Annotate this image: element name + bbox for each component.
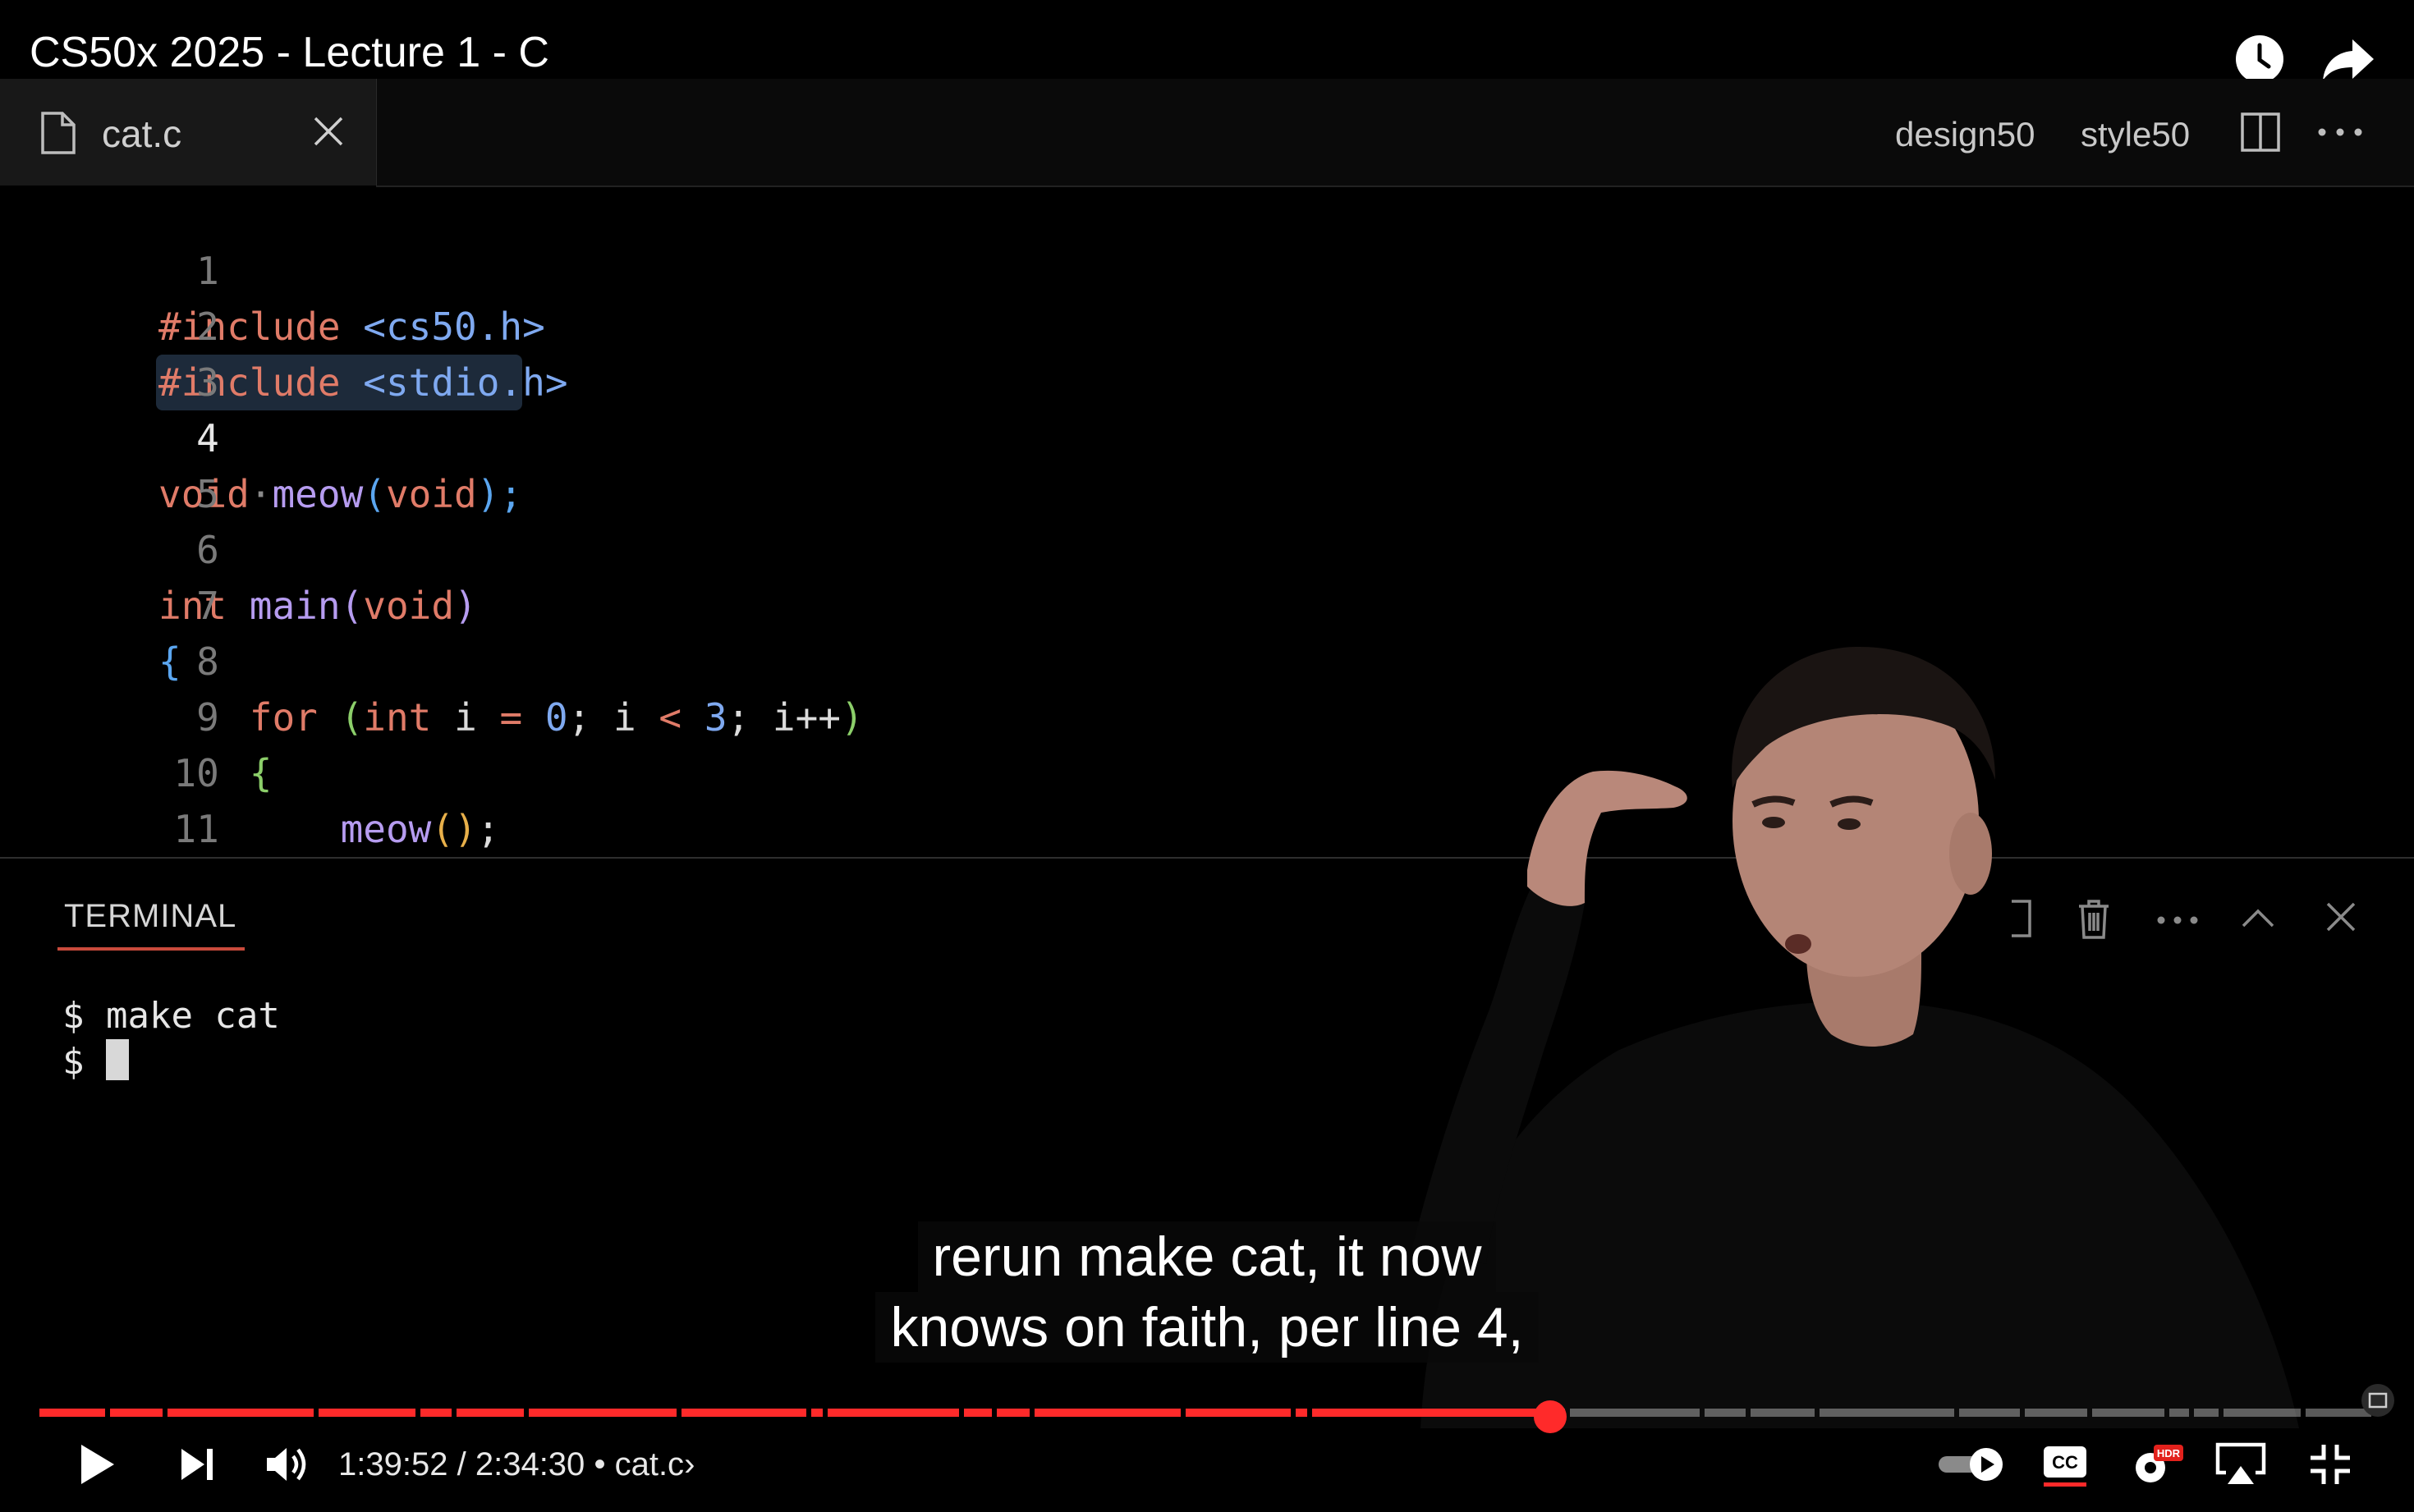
progress-segment[interactable] [457,1409,524,1417]
line-number: 5 [196,472,219,516]
chapter-separator: • [594,1446,606,1482]
line-number: 2 [196,305,219,349]
progress-segment[interactable] [1820,1409,1954,1417]
code-line-6: 6 int main(void) [0,466,477,628]
progress-segment[interactable] [529,1409,677,1417]
video-title[interactable]: CS50x 2025 - Lecture 1 - C [30,28,549,77]
progress-bar[interactable] [39,1409,2376,1417]
chapter-title[interactable]: cat.c [615,1446,684,1482]
line-number: 7 [196,584,219,628]
line-number-active: 4 [196,416,219,460]
progress-segment[interactable] [1705,1409,1746,1417]
progress-segment[interactable] [1312,1409,1565,1417]
settings-hdr-icon[interactable]: HDR [2128,1438,2186,1491]
file-icon [39,110,77,160]
tab-terminal[interactable]: TERMINAL [64,898,236,935]
autoplay-toggle[interactable] [1934,1438,2008,1491]
time-current: 1:39:52 [338,1446,448,1482]
progress-segment[interactable] [168,1409,314,1417]
progress-segment[interactable] [1296,1409,1307,1417]
terminal-cursor [105,1039,129,1080]
code-line-4: 4 void·meow(void); [0,355,522,516]
progress-segment[interactable] [39,1409,105,1417]
tab-active-indicator [57,947,245,951]
split-editor-icon[interactable] [2240,112,2281,157]
progress-segment[interactable] [1751,1409,1815,1417]
code-line-3: 3 [0,299,219,405]
time-total: 2:34:30 [475,1446,585,1482]
time-separator: / [457,1446,466,1482]
progress-segment[interactable] [319,1409,415,1417]
progress-segment[interactable] [420,1409,452,1417]
caption-line-2: knows on faith, per line 4, [0,1292,2414,1363]
code-line-8: 8 for (int i = 0; i < 3; i++) [0,578,864,740]
caption-line-1: rerun make cat, it now [0,1221,2414,1292]
time-display: 1:39:52 / 2:34:30 • cat.c› [338,1446,695,1483]
progress-segment[interactable] [2092,1409,2164,1417]
terminal-prompt-line[interactable]: $ [62,1039,129,1083]
progress-segment[interactable] [997,1409,1030,1417]
progress-segment[interactable] [2169,1409,2189,1417]
progress-segment[interactable] [2194,1409,2219,1417]
progress-segment[interactable] [828,1409,959,1417]
line-number: 3 [196,360,219,405]
line-number: 8 [196,639,219,684]
code-line-9: 9 { [0,634,272,795]
progress-segment[interactable] [2224,1409,2301,1417]
line-number: 1 [196,249,219,293]
svg-text:CC: CC [2052,1452,2078,1473]
progress-scrubber[interactable] [1534,1400,1567,1433]
code-line-11: 11 } [0,745,218,851]
tab-cat-c[interactable]: cat.c [0,79,377,186]
terminal-prompt: $ [62,1041,106,1083]
style50-button[interactable]: style50 [2081,115,2190,154]
svg-text:HDR: HDR [2157,1447,2181,1459]
progress-segment[interactable] [964,1409,992,1417]
code-line-2: 2 #include <stdio.h> [0,243,568,405]
code-line-12: 12 } [0,801,91,857]
terminal-output-line: $ make cat [62,995,280,1037]
exit-fullscreen-icon[interactable] [2304,1438,2357,1491]
airplay-icon[interactable] [2212,1438,2269,1491]
progress-segment[interactable] [1035,1409,1181,1417]
line-number: 9 [196,695,219,740]
progress-segment[interactable] [110,1409,163,1417]
design50-button[interactable]: design50 [1895,115,2035,154]
progress-segment[interactable] [1959,1409,2020,1417]
chevron-right-icon[interactable]: › [684,1446,695,1482]
cc-icon[interactable]: CC [2040,1438,2090,1491]
progress-segment[interactable] [2025,1409,2087,1417]
close-icon[interactable] [312,115,345,152]
line-number: 10 [173,751,219,795]
progress-segment[interactable] [1570,1409,1700,1417]
play-icon[interactable] [71,1438,123,1491]
code-line-5: 5 [0,410,219,516]
more-actions-icon[interactable] [2317,126,2363,141]
code-line-10: 10 meow(); [0,690,499,851]
editor-tab-bar: cat.c design50 style50 [0,79,2414,186]
code-line-1: 1 #include <cs50.h> [0,187,545,349]
screenshot-icon[interactable] [2360,1382,2396,1423]
progress-segment[interactable] [1186,1409,1291,1417]
progress-segment[interactable] [811,1409,823,1417]
volume-icon[interactable] [261,1438,312,1491]
code-line-7: 7 { [0,522,219,684]
progress-segment[interactable] [682,1409,806,1417]
next-icon[interactable] [172,1438,222,1491]
tab-label: cat.c [102,112,182,155]
line-number: 6 [196,528,219,572]
line-number: 11 [173,807,219,851]
